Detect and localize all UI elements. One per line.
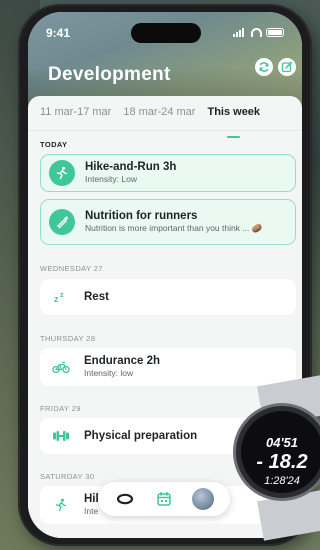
bike-icon bbox=[48, 354, 74, 380]
status-icons bbox=[233, 28, 284, 37]
card-title: Hike-and-Run 3h bbox=[85, 161, 177, 173]
section-friday: FRIDAY 29 bbox=[40, 404, 81, 413]
wifi-icon bbox=[251, 28, 262, 37]
section-saturday: SATURDAY 30 bbox=[40, 472, 95, 481]
tabs-divider bbox=[28, 130, 302, 131]
card-subtitle: Nutrition is more important than you thi… bbox=[85, 223, 263, 233]
edit-icon bbox=[281, 61, 293, 73]
device-icon bbox=[117, 493, 134, 505]
dynamic-island bbox=[131, 23, 201, 43]
status-time: 9:41 bbox=[46, 26, 71, 40]
card-title: Rest bbox=[84, 291, 109, 303]
watch-pace: 04'51 bbox=[265, 435, 298, 450]
article-card-nutrition[interactable]: Nutrition for runners Nutrition is more … bbox=[40, 199, 296, 245]
week-tabs: 11 mar-17 mar 18 mar-24 mar This week bbox=[28, 106, 302, 138]
watch-distance: - 18.2 bbox=[256, 451, 308, 473]
edit-button[interactable] bbox=[278, 58, 296, 76]
card-subtitle: Intensity: low bbox=[84, 368, 134, 378]
card-subtitle: Intensity: Low bbox=[85, 174, 137, 184]
sleep-icon: z z bbox=[48, 284, 74, 310]
svg-text:z: z bbox=[54, 294, 59, 304]
sync-icon bbox=[259, 62, 269, 72]
avatar bbox=[191, 488, 214, 510]
tab-18-mar-24-mar[interactable]: 18 mar-24 mar bbox=[123, 106, 195, 130]
sync-button[interactable] bbox=[255, 58, 273, 76]
svg-text:z: z bbox=[60, 292, 64, 299]
bottom-nav bbox=[98, 482, 230, 516]
card-title: Endurance 2h bbox=[84, 355, 161, 367]
watch-duration: 1:28'24 bbox=[264, 475, 300, 487]
page-title: Development bbox=[48, 64, 171, 85]
section-wednesday: WEDNESDAY 27 bbox=[40, 264, 103, 273]
watch-face: 04'51 - 18.2 1:28'24 bbox=[236, 406, 320, 498]
status-bar: 9:41 bbox=[28, 23, 302, 43]
dumbbell-icon bbox=[48, 423, 74, 449]
nav-calendar-button[interactable] bbox=[152, 487, 176, 511]
section-thursday: THURSDAY 28 bbox=[40, 334, 96, 343]
workout-card-rest[interactable]: z z Rest bbox=[40, 279, 296, 315]
tab-this-week[interactable]: This week bbox=[207, 106, 260, 138]
tab-11-mar-17-mar[interactable]: 11 mar-17 mar bbox=[40, 106, 111, 130]
workout-card-hike[interactable]: Hike-and-Run 3h Intensity: Low bbox=[40, 154, 296, 192]
calendar-icon bbox=[157, 491, 171, 506]
carrot-icon bbox=[49, 209, 75, 235]
card-subtitle: Inte bbox=[84, 506, 99, 516]
card-title: Nutrition for runners bbox=[85, 210, 198, 222]
running-icon bbox=[48, 492, 74, 518]
card-title: Physical preparation bbox=[84, 430, 198, 442]
running-icon bbox=[49, 160, 75, 186]
workout-card-endurance[interactable]: Endurance 2h Intensity: low bbox=[40, 348, 296, 386]
nav-device-button[interactable] bbox=[113, 487, 137, 511]
section-today: TODAY bbox=[40, 140, 68, 149]
smartwatch-image: 04'51 - 18.2 1:28'24 bbox=[230, 374, 320, 541]
battery-icon bbox=[266, 28, 284, 37]
nav-profile-button[interactable] bbox=[191, 487, 215, 511]
signal-icon bbox=[233, 28, 247, 37]
